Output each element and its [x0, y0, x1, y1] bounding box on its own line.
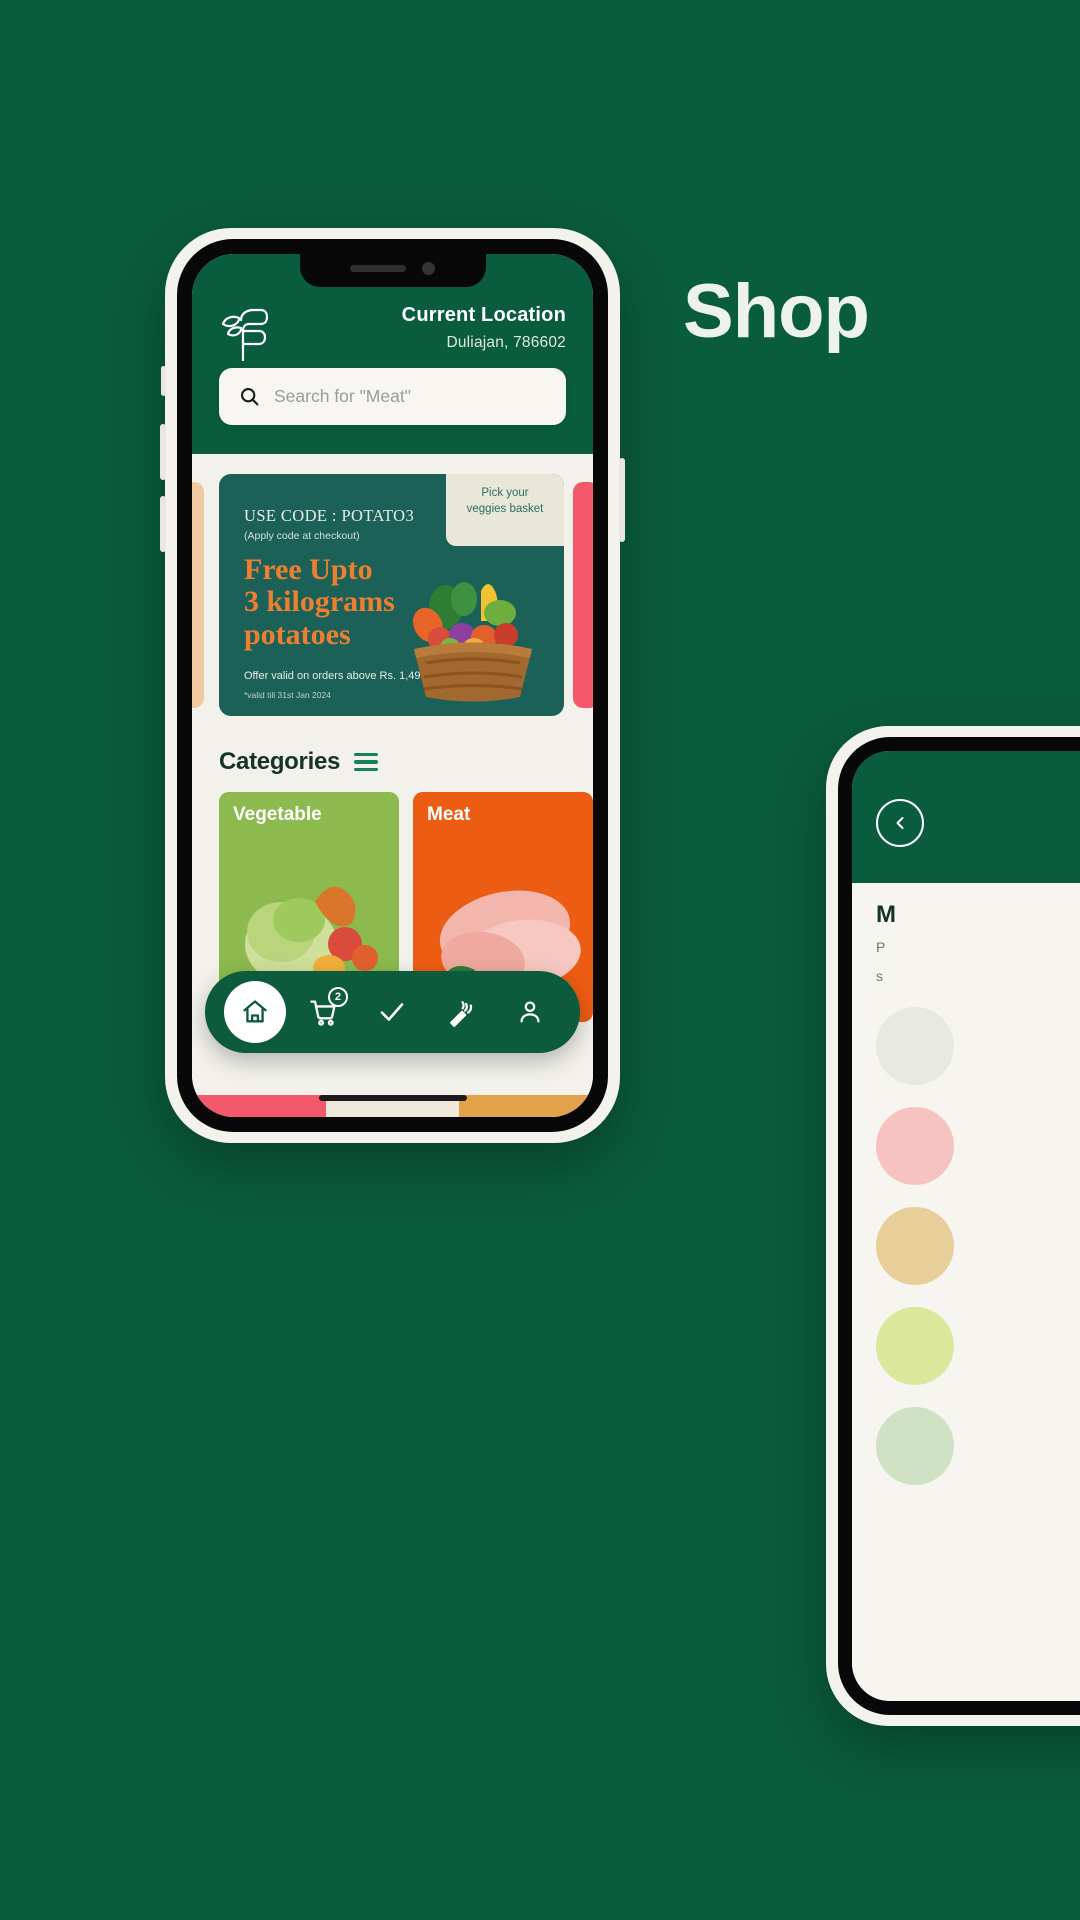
promo-headline-line2: 3 kilograms [244, 585, 395, 619]
phone2-title: M [876, 901, 896, 928]
phone2-desc-line1: P [876, 939, 886, 955]
page-title: Shop [683, 269, 870, 354]
promo-headline-line1: Free Upto [244, 553, 373, 586]
nav-item-orders[interactable] [358, 971, 427, 1053]
product-thumb [876, 1407, 954, 1485]
search-icon [239, 386, 260, 407]
promo-card-prev-peek[interactable] [192, 482, 204, 708]
strip-segment [192, 1095, 326, 1117]
device-notch [299, 254, 486, 287]
carrot-icon [447, 998, 476, 1027]
veggie-basket-image [413, 582, 532, 702]
promo-banner-card[interactable]: Pick your veggies basket USE CODE : POTA… [219, 474, 564, 716]
phone-mockup-primary: Current Location Duliajan, 786602 Search… [160, 228, 625, 1143]
list-item[interactable] [876, 1207, 1080, 1285]
volume-up-button[interactable] [160, 424, 166, 480]
nav-item-offers[interactable] [427, 971, 496, 1053]
leaf-f-logo-icon[interactable] [219, 304, 271, 364]
list-item[interactable] [876, 1307, 1080, 1385]
promo-code: USE CODE : POTATO3 [244, 506, 415, 525]
list-item[interactable] [876, 1107, 1080, 1185]
product-thumb [876, 1207, 954, 1285]
product-thumb [876, 1307, 954, 1385]
home-icon [224, 981, 287, 1043]
categories-header: Categories [192, 726, 593, 776]
back-arrow-icon[interactable] [876, 799, 924, 847]
nav-item-profile[interactable] [495, 971, 564, 1053]
category-card-label: Vegetable [233, 804, 322, 825]
bottom-navigation-bar: 2 [205, 971, 580, 1053]
check-icon [377, 997, 407, 1027]
strip-segment [459, 1095, 593, 1117]
promo-code-note: (Apply code at checkout) [244, 530, 360, 542]
promo-basket-tag-line1: Pick your [481, 487, 529, 499]
phone1-screen: Current Location Duliajan, 786602 Search… [192, 254, 593, 1117]
search-input[interactable]: Search for "Meat" [219, 368, 566, 425]
hamburger-menu-icon[interactable] [354, 752, 379, 772]
cart-badge-count: 2 [327, 987, 348, 1007]
phone2-desc-line2: s [876, 968, 883, 984]
nav-item-home[interactable] [221, 971, 290, 1053]
person-icon [516, 998, 544, 1026]
promo-headline-line3: potatoes [244, 617, 351, 651]
front-camera [422, 262, 435, 275]
mute-switch[interactable] [161, 366, 166, 396]
product-thumb [876, 1007, 954, 1085]
categories-title: Categories [219, 748, 341, 775]
list-item[interactable] [876, 1407, 1080, 1485]
phone-mockup-secondary: M P s [826, 726, 1080, 1726]
phone2-header [852, 751, 1080, 883]
search-placeholder: Search for "Meat" [274, 386, 411, 406]
phone2-product-list [876, 1007, 1080, 1485]
location-label: Current Location [401, 304, 566, 326]
power-button[interactable] [619, 458, 625, 542]
list-item[interactable] [876, 1007, 1080, 1085]
home-indicator [318, 1095, 467, 1101]
location-block[interactable]: Current Location Duliajan, 786602 [402, 300, 566, 352]
promo-headline: Free Upto 3 kilograms potatoes [244, 553, 395, 651]
promo-validity: *valid till 31st Jan 2024 [244, 690, 331, 700]
phone2-sheet: M P s [852, 875, 1080, 1701]
product-thumb [876, 1107, 954, 1185]
promo-carousel[interactable]: Pick your veggies basket USE CODE : POTA… [192, 474, 593, 726]
promo-basket-tag: Pick your veggies basket [446, 474, 564, 546]
nav-item-cart[interactable]: 2 [290, 971, 359, 1053]
category-card-label: Meat [427, 804, 471, 825]
location-value: Duliajan, 786602 [446, 334, 566, 351]
promo-basket-tag-line2: veggies basket [466, 502, 544, 515]
phone2-screen: M P s [852, 751, 1080, 1701]
earpiece-speaker [350, 265, 406, 272]
promo-card-next-peek[interactable] [573, 482, 593, 708]
volume-down-button[interactable] [160, 496, 166, 552]
